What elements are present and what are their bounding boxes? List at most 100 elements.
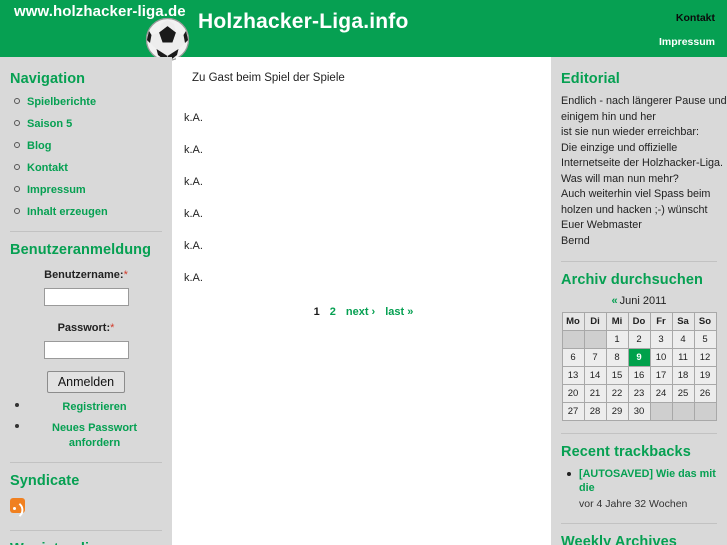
editorial-line: Internetseite der Holzhacker-Liga. (561, 157, 724, 169)
editorial-line: Euer Webmaster (561, 219, 642, 231)
editorial-line: Was will man nun mehr? (561, 172, 679, 185)
calendar-day[interactable]: 2 (627, 330, 651, 349)
list-item[interactable]: Neues Passwort anfordern (13, 420, 162, 450)
header-link-impressum[interactable]: Impressum (659, 36, 715, 48)
calendar-day[interactable]: 4 (671, 330, 695, 349)
calendar-day[interactable]: 17 (649, 366, 673, 385)
calendar-day[interactable]: 25 (671, 384, 695, 403)
sidebar-item-impressum[interactable]: Impressum (13, 182, 162, 197)
table-row: k.A. (184, 272, 203, 284)
register-link[interactable]: Registrieren (62, 401, 126, 413)
trackbacks-title: Recent trackbacks (561, 444, 691, 460)
left-sidebar: Navigation Spielberichte Saison 5 Blog K… (0, 57, 172, 545)
calendar-day[interactable]: 16 (627, 366, 651, 385)
calendar-empty-cell (671, 402, 695, 421)
calendar-day[interactable]: 27 (561, 402, 585, 421)
sidebar-link-impressum[interactable]: Impressum (27, 184, 86, 196)
calendar-day[interactable]: 28 (583, 402, 607, 421)
trackback-timestamp: vor 4 Jahre 32 Wochen (579, 498, 688, 510)
weekday-mo: Mo (561, 312, 585, 331)
trackbacks-list: [AUTOSAVED] Wie das mit die vor 4 Jahre … (561, 467, 717, 511)
sidebar-item-kontakt[interactable]: Kontakt (13, 160, 162, 175)
calendar-empty-cell (561, 330, 585, 349)
calendar-day[interactable]: 10 (649, 348, 673, 367)
calendar-empty-cell (693, 402, 717, 421)
sidebar-link-blog[interactable]: Blog (27, 140, 51, 152)
calendar-day[interactable]: 24 (649, 384, 673, 403)
table-row: k.A. (184, 176, 203, 188)
username-label: Benutzername: (44, 269, 124, 281)
sidebar-item-blog[interactable]: Blog (13, 138, 162, 153)
calendar-day[interactable]: 23 (627, 384, 651, 403)
divider (10, 231, 162, 232)
calendar-prev-icon[interactable]: « (611, 295, 617, 307)
calendar-day[interactable]: 8 (605, 348, 629, 367)
trackback-link[interactable]: [AUTOSAVED] Wie das mit die (579, 467, 717, 495)
pager: 1 2 next › last » (176, 306, 551, 318)
sidebar-link-inhalt-erzeugen[interactable]: Inhalt erzeugen (27, 206, 108, 218)
username-row: Benutzername:* (10, 265, 162, 285)
header-link-kontakt[interactable]: Kontakt (659, 12, 715, 24)
sidebar-link-saison-5[interactable]: Saison 5 (27, 118, 72, 130)
rss-feed-icon[interactable] (10, 498, 25, 513)
login-links-list: Registrieren Neues Passwort anfordern (10, 399, 162, 450)
pager-page-2[interactable]: 2 (330, 306, 336, 318)
sidebar-item-saison-5[interactable]: Saison 5 (13, 116, 162, 131)
calendar-day[interactable]: 6 (561, 348, 585, 367)
syndicate-block: Syndicate (0, 473, 172, 518)
username-input[interactable] (43, 288, 129, 306)
calendar-day[interactable]: 7 (583, 348, 607, 367)
login-submit-button[interactable]: Anmelden (46, 371, 126, 393)
sidebar-item-inhalt-erzeugen[interactable]: Inhalt erzeugen (13, 204, 162, 219)
editorial-block: Editorial Endlich - nach längerer Pause … (551, 71, 727, 249)
content-heading: Zu Gast beim Spiel der Spiele (192, 72, 345, 84)
divider (10, 462, 162, 463)
login-block: Benutzeranmeldung Benutzername:* Passwor… (0, 242, 172, 450)
table-row: k.A. (184, 208, 203, 220)
divider (10, 530, 162, 531)
list-item[interactable]: [AUTOSAVED] Wie das mit die vor 4 Jahre … (565, 467, 717, 511)
weekday-fr: Fr (649, 312, 673, 331)
pager-last[interactable]: last » (385, 306, 413, 318)
calendar-day[interactable]: 30 (627, 402, 651, 421)
password-label: Passwort: (57, 322, 111, 334)
calendar-day[interactable]: 14 (583, 366, 607, 385)
calendar-day[interactable]: 19 (693, 366, 717, 385)
weekday-do: Do (627, 312, 651, 331)
list-item[interactable]: Registrieren (13, 399, 162, 414)
sidebar-link-spielberichte[interactable]: Spielberichte (27, 96, 96, 108)
weekly-archives-block: Weekly Archives (551, 534, 727, 545)
calendar-day[interactable]: 29 (605, 402, 629, 421)
calendar-day[interactable]: 26 (693, 384, 717, 403)
calendar-day[interactable]: 1 (605, 330, 629, 349)
calendar-week-row: 13 14 15 16 17 18 19 (561, 366, 717, 385)
password-input[interactable] (43, 341, 129, 359)
calendar-day[interactable]: 5 (693, 330, 717, 349)
calendar-day[interactable]: 12 (693, 348, 717, 367)
calendar-day[interactable]: 15 (605, 366, 629, 385)
content-rows: k.A. k.A. k.A. k.A. k.A. k.A. (176, 102, 551, 294)
main-content: Zu Gast beim Spiel der Spiele k.A. k.A. … (176, 57, 551, 545)
calendar-day-today[interactable]: 9 (627, 348, 651, 367)
archive-title: Archiv durchsuchen (561, 272, 703, 288)
calendar-day[interactable]: 21 (583, 384, 607, 403)
pager-next[interactable]: next › (346, 306, 375, 318)
editorial-line: ist sie nun wieder erreichbar: (561, 126, 700, 138)
calendar-day[interactable]: 13 (561, 366, 585, 385)
site-header: www.holzhacker-liga.de Holzhacker-Liga.i… (0, 0, 727, 62)
request-password-link[interactable]: Neues Passwort anfordern (52, 422, 137, 449)
sidebar-link-kontakt[interactable]: Kontakt (27, 162, 68, 174)
weekday-mi: Mi (605, 312, 629, 331)
page-root: www.holzhacker-liga.de Holzhacker-Liga.i… (0, 0, 727, 545)
calendar-day[interactable]: 3 (649, 330, 673, 349)
calendar-day[interactable]: 18 (671, 366, 695, 385)
calendar-day[interactable]: 22 (605, 384, 629, 403)
syndicate-title: Syndicate (10, 473, 80, 489)
calendar-day[interactable]: 20 (561, 384, 585, 403)
calendar-empty-cell (649, 402, 673, 421)
calendar-empty-cell (583, 330, 607, 349)
calendar-day[interactable]: 11 (671, 348, 695, 367)
who-online-title: Wer ist online (10, 541, 162, 545)
calendar-week-row: 27 28 29 30 (561, 402, 717, 421)
sidebar-item-spielberichte[interactable]: Spielberichte (13, 94, 162, 109)
